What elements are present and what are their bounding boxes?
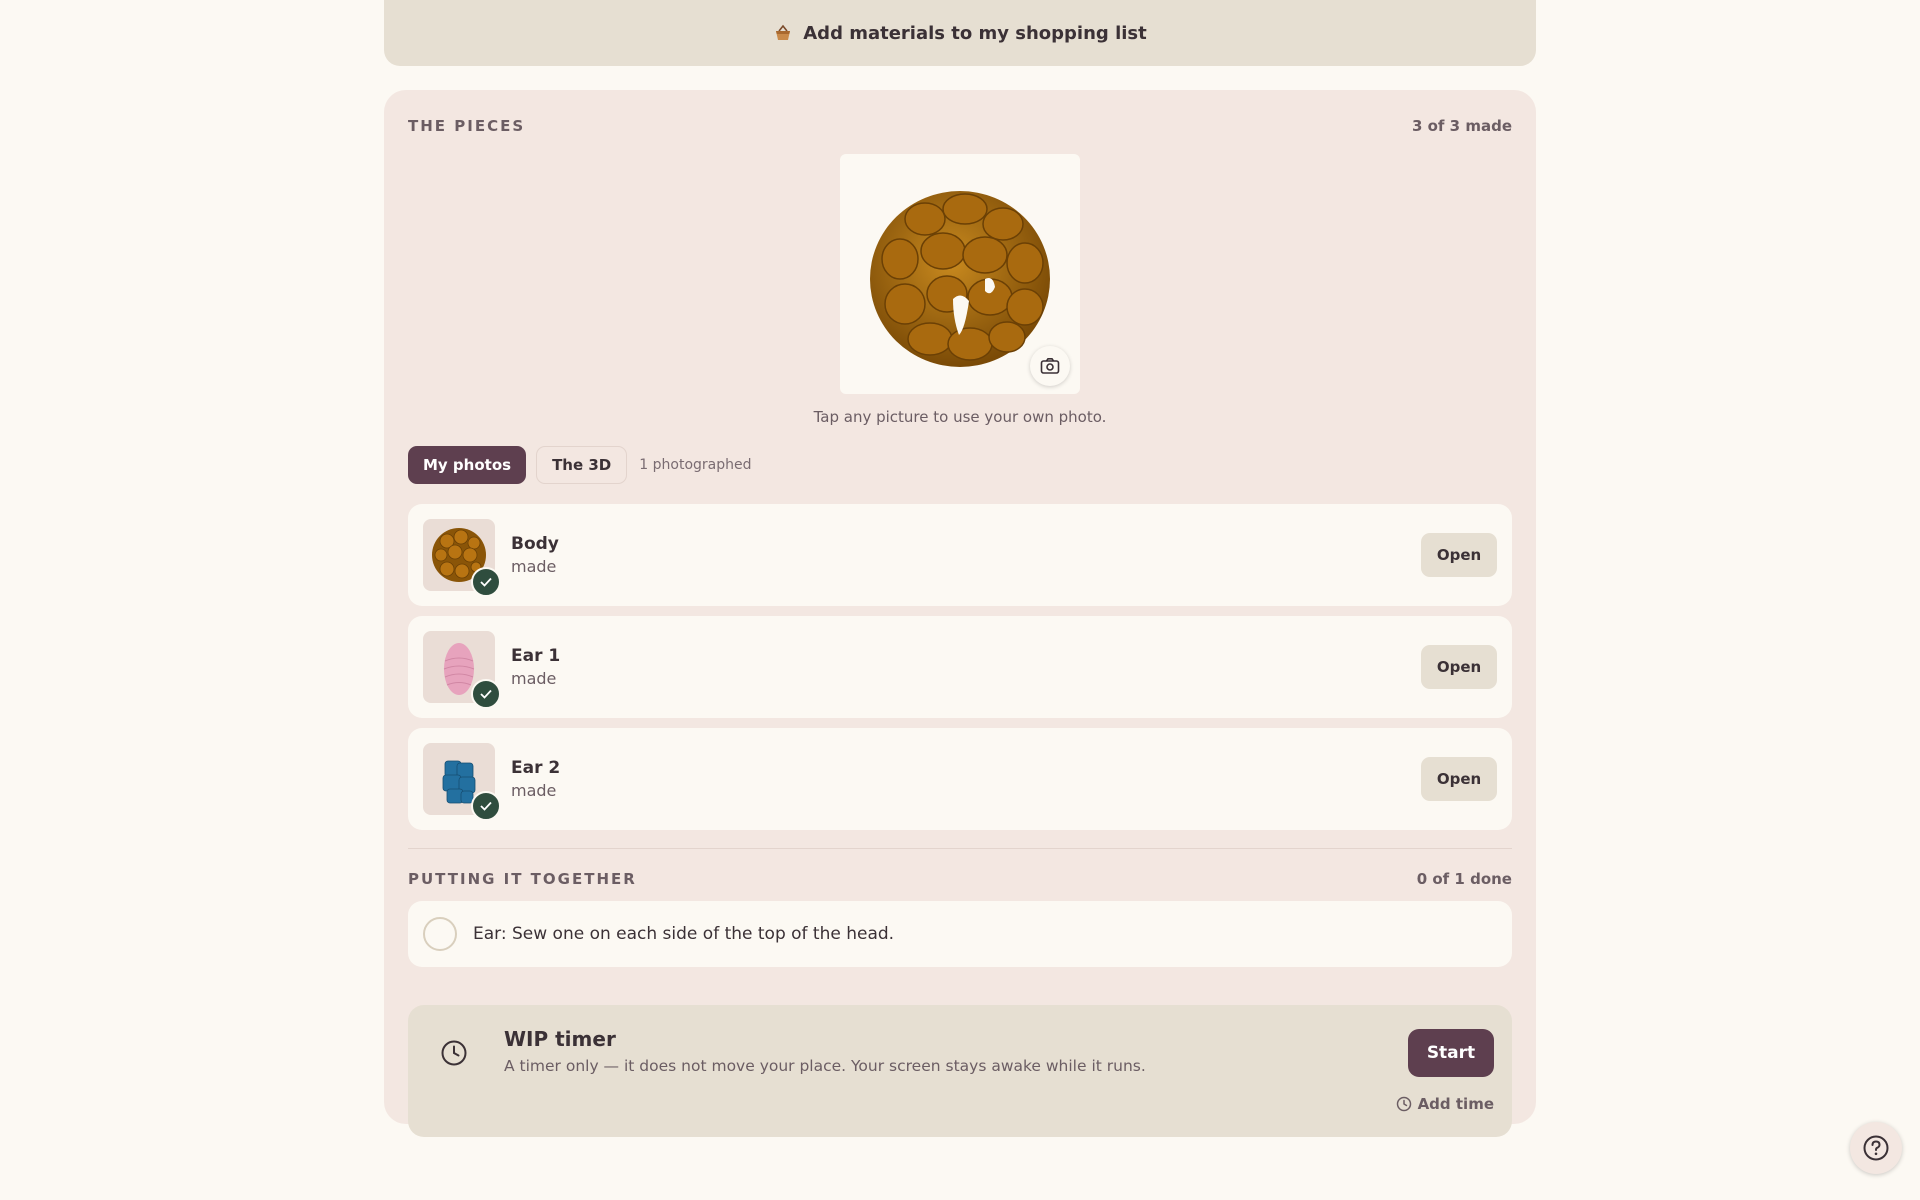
piece-row-ear-2: Ear 2 made Open [408,728,1512,830]
timer-start-button[interactable]: Start [1408,1029,1494,1077]
made-check-icon [471,791,501,821]
made-check-icon [471,679,501,709]
piece-row-body: Body made Open [408,504,1512,606]
add-to-shopping-list-button[interactable]: Add materials to my shopping list [384,0,1536,66]
pieces-count: 3 of 3 made [1411,117,1512,135]
step-text: Ear: Sew one on each side of the top of … [473,924,895,944]
wip-timer-panel: WIP timer A timer only — it does not mov… [408,1005,1512,1137]
hero-area: Tap any picture to use your own photo. [408,154,1512,426]
hero-caption: Tap any picture to use your own photo. [813,408,1107,426]
piece-name: Ear 2 [511,758,561,778]
made-check-icon [471,567,501,597]
open-ear-2-button[interactable]: Open [1421,757,1497,801]
piece-name: Body [511,534,559,554]
clock-icon [441,1040,467,1066]
open-body-button[interactable]: Open [1421,533,1497,577]
step-checkbox[interactable] [423,917,457,951]
piece-text-ear-2: Ear 2 made [511,758,560,800]
piece-row-ear-1: Ear 1 made Open [408,616,1512,718]
piece-status: made [511,669,557,688]
main-column: Add materials to my shopping list THE PI… [384,0,1536,1137]
photographed-note: 1 photographed [639,457,752,473]
piece-status: made [511,781,557,800]
help-icon [1863,1135,1889,1161]
pieces-list: Body made Open Ear 1 made Open Ear 2 mad… [408,504,1512,830]
clock-small-icon [1396,1096,1411,1112]
help-button[interactable] [1850,1122,1902,1174]
timer-description: A timer only — it does not move your pla… [504,1057,1146,1075]
piece-thumbnail-body[interactable] [423,519,501,597]
basket-icon [773,23,793,43]
piece-thumbnail-ear-1[interactable] [423,631,501,709]
assembly-header: PUTTING IT TOGETHER 0 of 1 done [408,865,1512,893]
piece-text-ear-1: Ear 1 made [511,646,560,688]
piece-name: Ear 1 [511,646,561,666]
tab-my-photos[interactable]: My photos [408,446,527,484]
timer-title: WIP timer [504,1027,616,1051]
piece-status: made [511,557,557,576]
add-time-label: Add time [1417,1095,1494,1113]
camera-button[interactable] [1030,346,1070,386]
pieces-header: THE PIECES 3 of 3 made [408,112,1512,140]
tab-the-3d[interactable]: The 3D [536,446,628,484]
hero-picture[interactable] [840,154,1080,394]
camera-icon [1040,358,1060,374]
open-ear-1-button[interactable]: Open [1421,645,1497,689]
assembly-count: 0 of 1 done [1416,870,1512,888]
body-3d-image [870,191,1050,367]
piece-text-body: Body made [511,534,559,576]
piece-thumbnail-ear-2[interactable] [423,743,501,821]
assembly-title: PUTTING IT TOGETHER [408,870,637,888]
section-divider [408,848,1512,849]
add-to-shopping-list-label: Add materials to my shopping list [803,22,1147,44]
assembly-step: Ear: Sew one on each side of the top of … [408,901,1512,967]
photo-tabs: My photos The 3D 1 photographed [408,446,1512,484]
add-time-button[interactable]: Add time [1396,1095,1494,1113]
pieces-title: THE PIECES [408,117,526,135]
pieces-card: THE PIECES 3 of 3 made Tap any picture t… [384,90,1536,1137]
